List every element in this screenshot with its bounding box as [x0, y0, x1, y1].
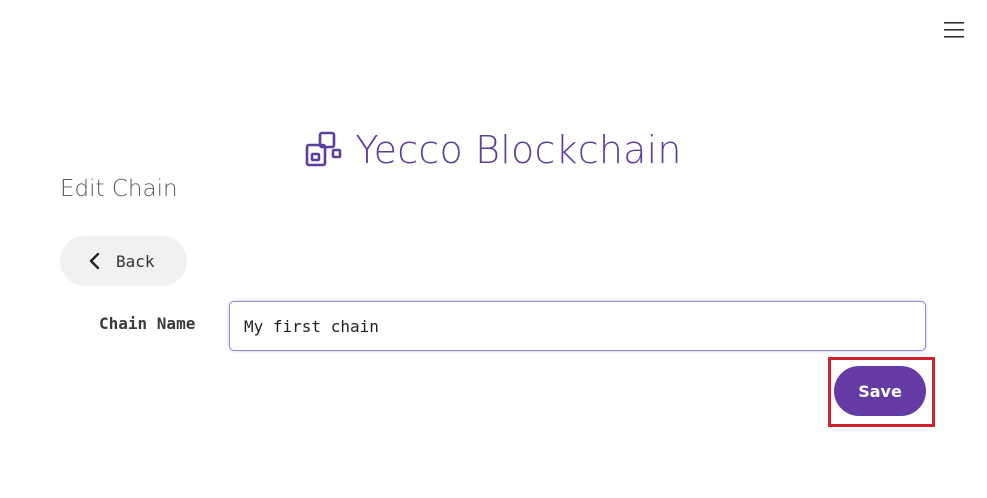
edit-chain-page: Yecco Blockchain Edit Chain Back Chain N… — [0, 0, 987, 498]
hamburger-menu-button[interactable] — [938, 18, 970, 42]
back-button[interactable]: Back — [60, 236, 187, 286]
back-button-label: Back — [116, 251, 155, 271]
brand-title: Yecco Blockchain — [355, 128, 682, 172]
save-button[interactable]: Save — [834, 366, 926, 416]
chain-name-label: Chain Name — [99, 314, 196, 333]
brand-header: Yecco Blockchain — [0, 120, 987, 180]
chevron-left-icon — [89, 252, 100, 270]
hamburger-menu-icon — [944, 22, 964, 38]
chain-name-input[interactable] — [229, 301, 926, 351]
page-title: Edit Chain — [60, 176, 178, 202]
blockchain-blocks-icon — [306, 131, 342, 167]
